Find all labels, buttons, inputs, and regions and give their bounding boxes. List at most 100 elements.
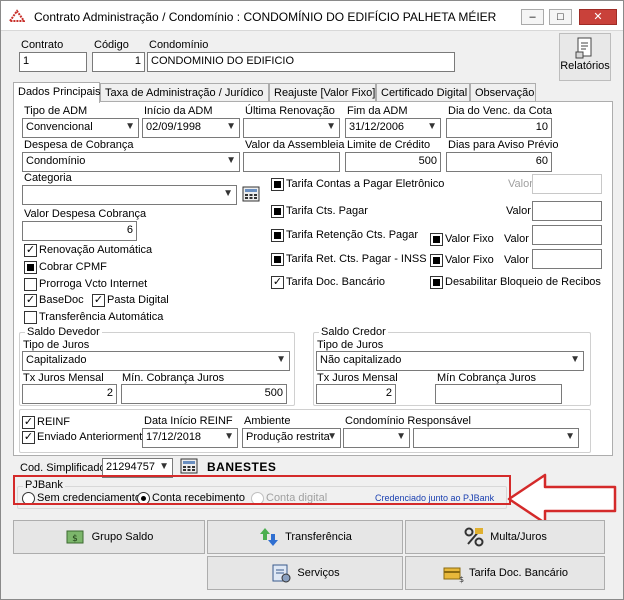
relatorios-button[interactable]: Relatórios	[559, 33, 611, 81]
valor-assembleia-input[interactable]	[243, 152, 340, 172]
retencao-valor-fixo-label: Valor Fixo	[445, 233, 494, 245]
data-inicio-reinf-label: Data Início REINF	[144, 415, 233, 427]
cod-simplificado-lookup-button[interactable]	[179, 457, 201, 477]
ultima-renovacao-date[interactable]: ▼	[243, 118, 340, 138]
retencao-valor-fixo-checkbox[interactable]	[430, 233, 443, 246]
credor-tipo-juros-label: Tipo de Juros	[317, 339, 384, 351]
tarifa-cts-pagar-checkbox[interactable]	[271, 205, 284, 218]
tarifa-doc-bancario-btn-label: Tarifa Doc. Bancário	[468, 567, 569, 579]
percent-icon	[464, 527, 484, 547]
transferencia-label: Transferência	[285, 531, 352, 543]
enviado-anteriormente-checkbox[interactable]: ✓	[22, 431, 35, 444]
ambiente-select[interactable]: Produção restrita ▼	[242, 428, 341, 448]
inss-valor-fixo-checkbox[interactable]	[430, 254, 443, 267]
categoria-select[interactable]: ▼	[22, 185, 237, 205]
title-bar: Contrato Administração / Condomínio : CO…	[1, 1, 623, 31]
codigo-input[interactable]: 1	[92, 52, 145, 72]
tipo-adm-select[interactable]: Convencional ▼	[22, 118, 139, 138]
condominio-input[interactable]: CONDOMINIO DO EDIFICIO	[147, 52, 455, 72]
despesa-cobranca-value: Condomínio	[26, 155, 86, 167]
maximize-button[interactable]: □	[549, 9, 572, 25]
annotation-highlight-box	[13, 475, 511, 505]
tab-observacao[interactable]: Observação	[470, 83, 536, 102]
fim-adm-date[interactable]: 31/12/2006 ▼	[345, 118, 441, 138]
credor-tx-juros-input[interactable]: 2	[316, 384, 396, 404]
dias-aviso-input[interactable]: 60	[446, 152, 552, 172]
devedor-min-cobranca-label: Mín. Cobrança Juros	[122, 372, 225, 384]
window-title: Contrato Administração / Condomínio : CO…	[34, 10, 497, 24]
condominio-responsavel-code-select[interactable]: ▼	[343, 428, 410, 448]
grupo-saldo-button[interactable]: $ Grupo Saldo	[13, 520, 205, 554]
tarifa-contas-pagar-eletronico-checkbox[interactable]	[271, 178, 284, 191]
tarifa-retencao-checkbox[interactable]	[271, 229, 284, 242]
chevron-down-icon: ▼	[565, 431, 575, 442]
tarifa-ret-inss-valor-input[interactable]	[532, 249, 602, 269]
chevron-down-icon: ▼	[159, 461, 169, 472]
tarifa-doc-bancario-label: Tarifa Doc. Bancário	[286, 276, 386, 288]
devedor-min-cobranca-input[interactable]: 500	[121, 384, 287, 404]
tarifa-doc-bancario-button[interactable]: $ Tarifa Doc. Bancário	[405, 556, 605, 590]
basedoc-label: BaseDoc	[39, 294, 84, 306]
renovacao-checkbox[interactable]: ✓	[24, 244, 37, 257]
tab-dados-principais[interactable]: Dados Principais	[13, 82, 101, 103]
inicio-adm-date[interactable]: 02/09/1998 ▼	[142, 118, 240, 138]
devedor-tipo-juros-value: Capitalizado	[26, 354, 87, 366]
svg-text:$: $	[72, 534, 78, 544]
tarifa-retencao-valor-input[interactable]	[532, 225, 602, 245]
tarifa-ret-inss-label: Tarifa Ret. Cts. Pagar - INSS	[286, 253, 427, 265]
minimize-button[interactable]: –	[521, 9, 544, 25]
credor-tipo-juros-select[interactable]: Não capitalizado ▼	[316, 351, 584, 371]
tipo-adm-value: Convencional	[26, 121, 93, 133]
transferencia-button[interactable]: Transferência	[207, 520, 403, 554]
devedor-tx-juros-input[interactable]: 2	[22, 384, 117, 404]
credor-min-cobranca-label: Mín Cobrança Juros	[437, 372, 537, 384]
tab-certificado-digital[interactable]: Certificado Digital	[376, 83, 470, 102]
fim-adm-label: Fim da ADM	[347, 105, 408, 117]
chevron-down-icon: ▼	[327, 431, 337, 442]
cobrar-cpmf-checkbox[interactable]	[24, 261, 37, 274]
devedor-tipo-juros-select[interactable]: Capitalizado ▼	[22, 351, 290, 371]
basedoc-checkbox[interactable]: ✓	[24, 294, 37, 307]
servicos-button[interactable]: Serviços	[207, 556, 403, 590]
valor-label: Valor	[504, 254, 529, 266]
close-button[interactable]: ✕	[579, 9, 617, 25]
limite-credito-label: Limite de Crédito	[347, 139, 431, 151]
transferencia-checkbox[interactable]	[24, 311, 37, 324]
devedor-tipo-juros-label: Tipo de Juros	[23, 339, 90, 351]
tab-taxa-administracao[interactable]: Taxa de Administração / Jurídico	[100, 83, 269, 102]
dia-venc-label: Dia do Venc. da Cota	[448, 105, 552, 117]
chevron-down-icon: ▼	[224, 431, 234, 442]
chevron-down-icon: ▼	[226, 155, 236, 166]
credor-min-cobranca-input[interactable]	[435, 384, 562, 404]
tab-reajuste[interactable]: Reajuste [Valor Fixo]	[269, 83, 376, 102]
ultima-renovacao-label: Última Renovação	[245, 105, 335, 117]
valor-label: Valor	[506, 205, 531, 217]
cobrar-cpmf-label: Cobrar CPMF	[39, 261, 107, 273]
chevron-down-icon: ▼	[125, 121, 135, 132]
grupo-saldo-label: Grupo Saldo	[91, 531, 154, 543]
tarifa-cts-pagar-valor-input[interactable]	[532, 201, 602, 221]
contrato-input[interactable]: 1	[19, 52, 87, 72]
transfer-arrows-icon	[260, 528, 279, 546]
inss-valor-fixo-label: Valor Fixo	[445, 254, 494, 266]
tarifa-ret-inss-checkbox[interactable]	[271, 253, 284, 266]
despesa-cobranca-select[interactable]: Condomínio ▼	[22, 152, 240, 172]
valor-label: Valor	[504, 233, 529, 245]
desabilitar-bloqueio-checkbox[interactable]	[430, 276, 443, 289]
calculator-icon	[242, 186, 260, 202]
tarifa-doc-bancario-checkbox[interactable]: ✓	[271, 276, 284, 289]
prorroga-checkbox[interactable]	[24, 278, 37, 291]
multa-juros-button[interactable]: Multa/Juros	[405, 520, 605, 554]
contract-window: Contrato Administração / Condomínio : CO…	[0, 0, 624, 600]
dia-venc-input[interactable]: 10	[446, 118, 552, 138]
valor-despesa-input[interactable]: 6	[22, 221, 137, 241]
fim-adm-value: 31/12/2006	[349, 121, 405, 133]
pasta-digital-checkbox[interactable]: ✓	[92, 294, 105, 307]
limite-credito-input[interactable]: 500	[345, 152, 441, 172]
servicos-label: Serviços	[297, 567, 340, 579]
data-inicio-reinf-date[interactable]: 17/12/2018 ▼	[142, 428, 238, 448]
reinf-label: REINF	[37, 416, 70, 428]
reinf-checkbox[interactable]: ✓	[22, 416, 35, 429]
condominio-responsavel-select[interactable]: ▼	[413, 428, 579, 448]
categoria-lookup-button[interactable]	[241, 185, 263, 205]
